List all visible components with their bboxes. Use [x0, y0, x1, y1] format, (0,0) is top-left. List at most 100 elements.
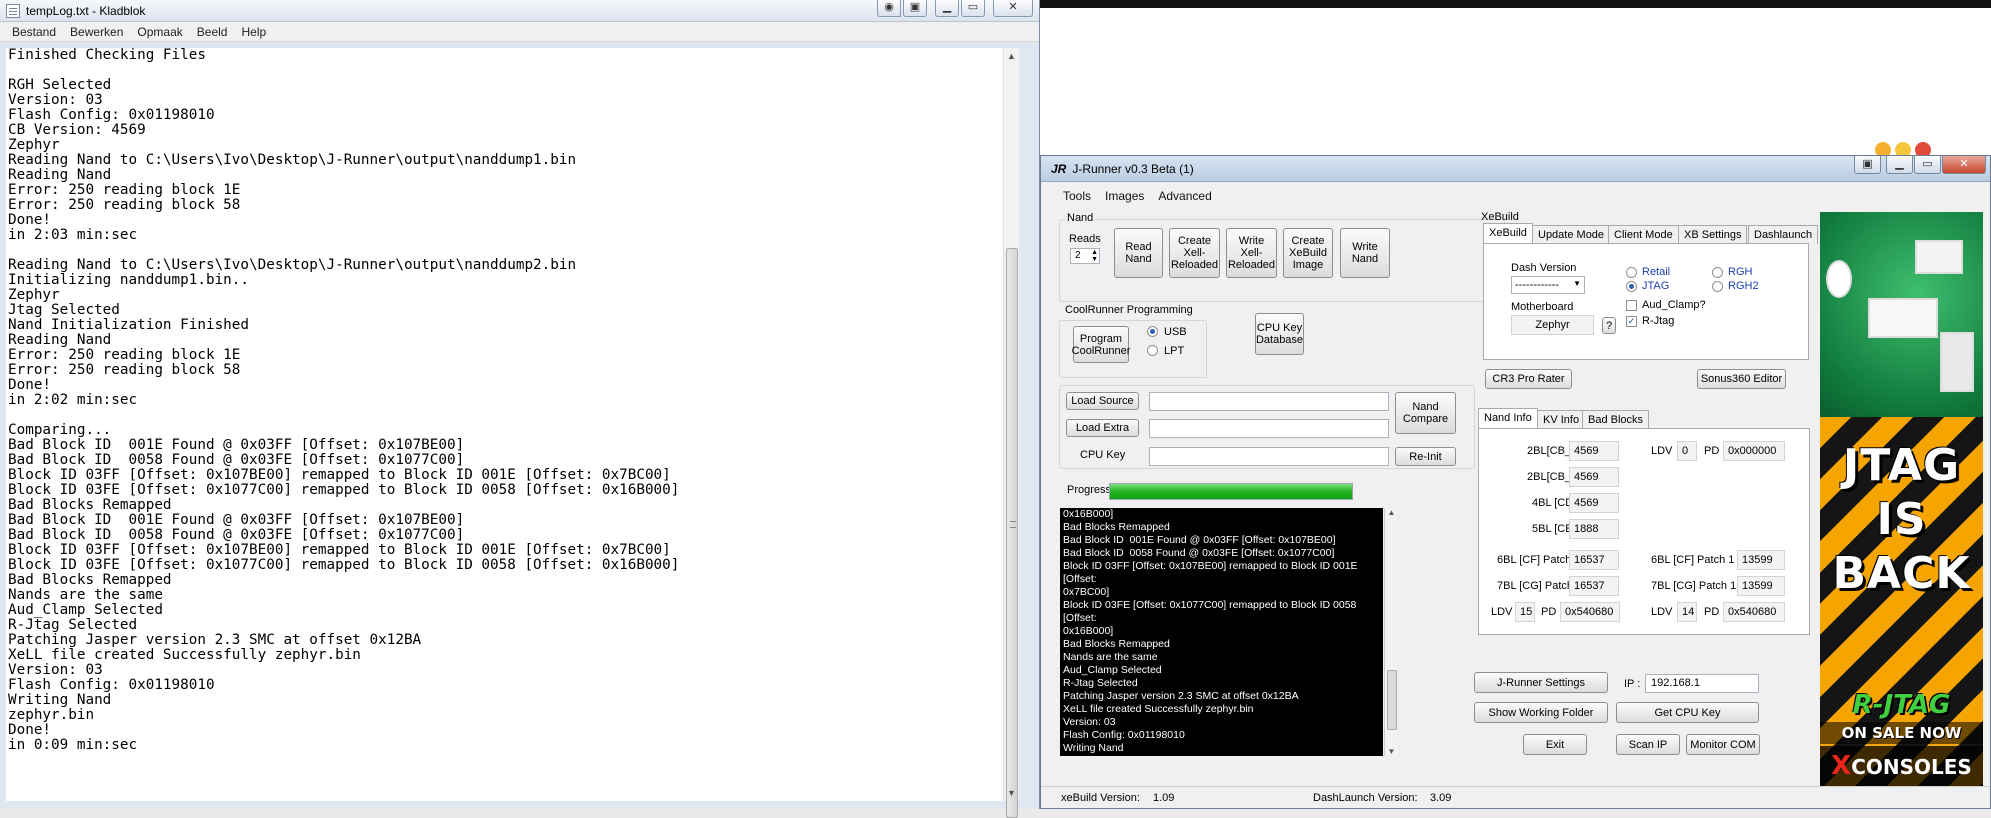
jrunner-settings-button[interactable]: J-Runner Settings: [1474, 672, 1608, 693]
read-nand-button[interactable]: Read Nand: [1114, 228, 1163, 278]
scan-ip-button[interactable]: Scan IP: [1616, 734, 1680, 755]
tab-xb-settings[interactable]: XB Settings: [1678, 225, 1748, 244]
rgh-radio[interactable]: [1712, 267, 1723, 278]
menu-tools[interactable]: Tools: [1063, 189, 1091, 203]
log-line: RGH Selected: [8, 77, 112, 93]
console-line: XeLL file created Successfully zephyr.bi…: [1063, 703, 1254, 715]
menu-opmaak[interactable]: Opmaak: [137, 25, 182, 39]
tab-nand-info[interactable]: Nand Info: [1478, 408, 1538, 429]
close-button[interactable]: ✕: [993, 0, 1033, 17]
log-line: Finished Checking Files: [8, 48, 206, 63]
tab-xebuild[interactable]: XeBuild: [1483, 223, 1533, 244]
aud-clamp-checkbox[interactable]: [1626, 300, 1637, 311]
write-nand-button[interactable]: Write Nand: [1340, 228, 1390, 278]
log-line: Nand Initialization Finished: [8, 317, 250, 333]
write-xell-button[interactable]: Write Xell-Reloaded: [1226, 228, 1277, 278]
motherboard-help-button[interactable]: ?: [1602, 317, 1616, 334]
create-xell-button[interactable]: Create Xell-Reloaded: [1169, 228, 1220, 278]
maximize-button[interactable]: ▭: [1914, 156, 1941, 174]
load-source-input[interactable]: [1149, 392, 1389, 411]
menu-help[interactable]: Help: [241, 25, 266, 39]
cr3-pro-rater-button[interactable]: CR3 Pro Rater: [1485, 369, 1572, 389]
rjtag-checkbox[interactable]: ✓: [1626, 316, 1637, 327]
tab-update-mode[interactable]: Update Mode: [1532, 225, 1611, 244]
load-extra-input[interactable]: [1149, 419, 1389, 438]
pd-top-value: 0x000000: [1723, 441, 1785, 461]
log-line: Reading Nand to C:\Users\Ivo\Desktop\J-R…: [8, 257, 577, 273]
dash-version-label: Dash Version: [1511, 262, 1577, 274]
log-line: Bad Block ID 0058 Found @ 0x03FE [Offset…: [8, 452, 465, 468]
minimize-button[interactable]: ▁: [935, 0, 959, 17]
notepad-icon: [6, 3, 20, 18]
minimize-button[interactable]: ▁: [1886, 156, 1913, 174]
cpu-key-database-button[interactable]: CPU Key Database: [1255, 313, 1304, 355]
reinit-button[interactable]: Re-Init: [1395, 447, 1456, 466]
tools-icon[interactable]: ▣: [903, 0, 927, 17]
nand-compare-button[interactable]: Nand Compare: [1395, 392, 1456, 434]
notepad-text-area[interactable]: Finished Checking Files RGH Selected Versi…: [6, 48, 1016, 801]
log-console[interactable]: 0x16B000] Bad Blocks Remapped Bad Block ID…: [1060, 508, 1383, 756]
show-working-folder-button[interactable]: Show Working Folder: [1474, 702, 1608, 723]
round-chip-image: [1826, 260, 1852, 298]
console-scroll-thumb[interactable]: [1387, 670, 1397, 730]
close-button[interactable]: ✕: [1942, 156, 1986, 174]
create-xebuild-button[interactable]: Create XeBuild Image: [1283, 228, 1333, 278]
console-scrollbar[interactable]: ▲ ▼: [1384, 508, 1398, 756]
jrunner-titlebar[interactable]: JR J-Runner v0.3 Beta (1) ▣ ▁ ▭ ✕: [1041, 156, 1990, 182]
ldv-top-value: 0: [1677, 441, 1697, 461]
scroll-up-arrow-icon[interactable]: ▲: [1004, 48, 1019, 64]
menu-bewerken[interactable]: Bewerken: [70, 25, 123, 39]
ip-input[interactable]: 192.168.1: [1645, 674, 1759, 693]
load-source-button[interactable]: Load Source: [1066, 392, 1139, 410]
tab-client-mode[interactable]: Client Mode: [1608, 225, 1679, 244]
tab-bad-blocks[interactable]: Bad Blocks: [1582, 410, 1650, 429]
scroll-down-arrow-icon[interactable]: ▼: [1004, 785, 1019, 801]
retail-radio[interactable]: [1626, 267, 1637, 278]
usb-radio[interactable]: [1147, 326, 1158, 337]
notepad-vertical-scrollbar[interactable]: ▲ ▼: [1003, 48, 1019, 818]
rgh2-radio[interactable]: [1712, 281, 1723, 292]
tools-icon[interactable]: ▣: [1854, 156, 1881, 174]
exit-button[interactable]: Exit: [1523, 734, 1587, 755]
sonus360-editor-button[interactable]: Sonus360 Editor: [1697, 369, 1786, 389]
console-line: Nands are the same: [1063, 651, 1158, 663]
log-line: Jtag Selected: [8, 302, 120, 318]
maximize-button[interactable]: ▭: [961, 0, 985, 17]
reads-spinner[interactable]: 2 ▲ ▼: [1070, 248, 1100, 264]
lpt-radio[interactable]: [1147, 345, 1158, 356]
notepad-titlebar[interactable]: tempLog.txt - Kladblok ◉ ▣ ▁ ▭ ✕: [0, 0, 1039, 22]
log-line: in 2:03 min:sec: [8, 227, 138, 243]
load-extra-button[interactable]: Load Extra: [1066, 419, 1139, 437]
log-line: Block ID 03FE [Offset: 0x1077C00] remapp…: [8, 482, 680, 498]
spinner-arrows-icon[interactable]: ▲ ▼: [1091, 249, 1098, 263]
cpu-key-input[interactable]: [1149, 447, 1389, 466]
rjtag-label: R-Jtag: [1642, 315, 1675, 327]
scroll-up-arrow-icon[interactable]: ▲: [1385, 508, 1398, 517]
dash-version-select[interactable]: ------------ ▼: [1511, 276, 1585, 294]
log-line: Error: 250 reading block 58: [8, 197, 241, 213]
tab-dashlaunch[interactable]: Dashlaunch: [1748, 225, 1819, 244]
log-line: Reading Nand to C:\Users\Ivo\Desktop\J-R…: [8, 152, 577, 168]
menu-images[interactable]: Images: [1105, 189, 1144, 203]
ad-brand-logo: XCONSOLES: [1820, 746, 1983, 786]
program-coolrunner-button[interactable]: Program CoolRunner: [1072, 326, 1130, 363]
jrunner-window: JR J-Runner v0.3 Beta (1) ▣ ▁ ▭ ✕ Tools …: [1040, 155, 1991, 809]
get-cpu-key-button[interactable]: Get CPU Key: [1616, 702, 1759, 723]
rgh-label: RGH: [1728, 266, 1753, 278]
background-window-content: [1040, 8, 1991, 158]
menu-beeld[interactable]: Beeld: [197, 25, 228, 39]
scroll-thumb[interactable]: [1006, 248, 1018, 818]
status-bar: xeBuild Version: 1.09 DashLaunch Version…: [1041, 786, 1990, 808]
log-line: Zephyr: [8, 287, 60, 303]
log-line: Bad Blocks Remapped: [8, 572, 172, 588]
menu-advanced[interactable]: Advanced: [1158, 189, 1211, 203]
jtag-radio[interactable]: [1626, 281, 1637, 292]
tab-kv-info[interactable]: KV Info: [1537, 410, 1586, 429]
rjtag-advertisement[interactable]: JTAG IS BACK R-JTAG ON SALE NOW XCONSOLE…: [1820, 212, 1983, 807]
monitor-com-button[interactable]: Monitor COM: [1686, 734, 1760, 755]
help-icon[interactable]: ◉: [877, 0, 901, 17]
scroll-down-arrow-icon[interactable]: ▼: [1385, 747, 1398, 756]
p7-0-value: 16537: [1569, 576, 1619, 596]
menu-bestand[interactable]: Bestand: [12, 25, 56, 39]
